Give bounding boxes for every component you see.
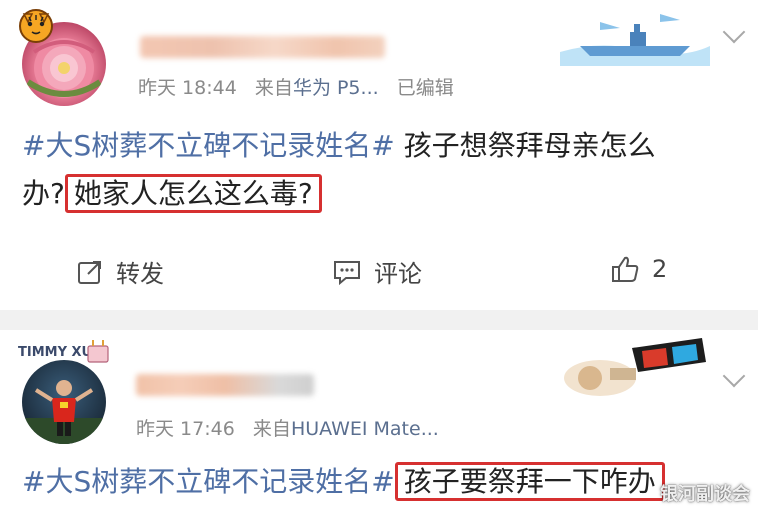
more-options-chevron-icon[interactable]	[722, 20, 746, 44]
post-content: #大S树葬不立碑不记录姓名# 孩子想祭拜母亲怎么 办? 她家人怎么这么毒?	[22, 124, 656, 216]
highlighted-text: 她家人怎么这么毒?	[64, 174, 322, 213]
content-text-plain: 办?	[22, 177, 65, 210]
post-source[interactable]: HUAWEI Mate...	[291, 418, 439, 440]
post-content: #大S树葬不立碑不记录姓名# 孩子要祭拜一下咋办	[22, 460, 665, 504]
thumbs-up-icon	[612, 256, 639, 282]
highlighted-text: 孩子要祭拜一下咋办	[394, 462, 665, 501]
post-actions-bar: 转发 评论 2	[0, 246, 758, 296]
source-prefix: 来自	[252, 418, 291, 440]
watermark-text: 银河副谈会	[660, 484, 750, 505]
content-line-2: 办? 她家人怎么这么毒?	[22, 172, 656, 216]
topic-hashtag-link[interactable]: #大S树葬不立碑不记录姓名#	[22, 129, 395, 162]
like-button[interactable]: 2	[610, 254, 667, 284]
repost-icon	[78, 260, 101, 284]
content-text: 孩子想祭拜母亲怎么	[394, 129, 656, 162]
edited-label[interactable]: 已编辑	[397, 77, 454, 99]
repost-label: 转发	[116, 260, 164, 288]
badge-text: TIMMY XU	[18, 345, 92, 360]
weibo-post-2: TIMMY XU 昨天 17:46 来自HUAWEI Mate... #大S树葬…	[0, 330, 758, 516]
weibo-post-1: 昨天 18:44 来自华为 P5... 已编辑 #大S树葬不立碑不记录姓名# 孩…	[0, 0, 758, 310]
comment-label: 评论	[374, 260, 422, 288]
comment-button[interactable]: 评论	[332, 254, 422, 289]
3d-glasses-decoration-icon	[560, 338, 712, 400]
tiger-avatar-badge-icon	[14, 2, 58, 46]
user-avatar[interactable]	[22, 360, 106, 444]
post-meta: 昨天 17:46 来自HUAWEI Mate...	[136, 414, 439, 441]
like-count: 2	[652, 255, 668, 283]
post-divider	[0, 310, 758, 330]
source-prefix: 来自	[254, 77, 293, 99]
post-source[interactable]: 华为 P5...	[293, 77, 379, 99]
content-line-1: #大S树葬不立碑不记录姓名# 孩子想祭拜母亲怎么	[22, 124, 656, 168]
post-timestamp: 昨天 18:44	[138, 77, 237, 99]
topic-hashtag-link[interactable]: #大S树葬不立碑不记录姓名#	[22, 465, 395, 498]
username-blurred[interactable]	[140, 36, 385, 58]
more-options-chevron-icon[interactable]	[722, 364, 746, 388]
repost-button[interactable]: 转发	[76, 254, 164, 289]
post-meta: 昨天 18:44 来自华为 P5... 已编辑	[138, 73, 454, 100]
post-timestamp: 昨天 17:46	[136, 418, 235, 440]
timmy-xu-avatar-badge: TIMMY XU	[14, 336, 114, 372]
username-blurred[interactable]	[136, 374, 314, 396]
athlete-photo-image	[22, 380, 106, 444]
comment-icon	[334, 260, 360, 285]
aircraft-carrier-decoration-icon	[560, 2, 710, 66]
